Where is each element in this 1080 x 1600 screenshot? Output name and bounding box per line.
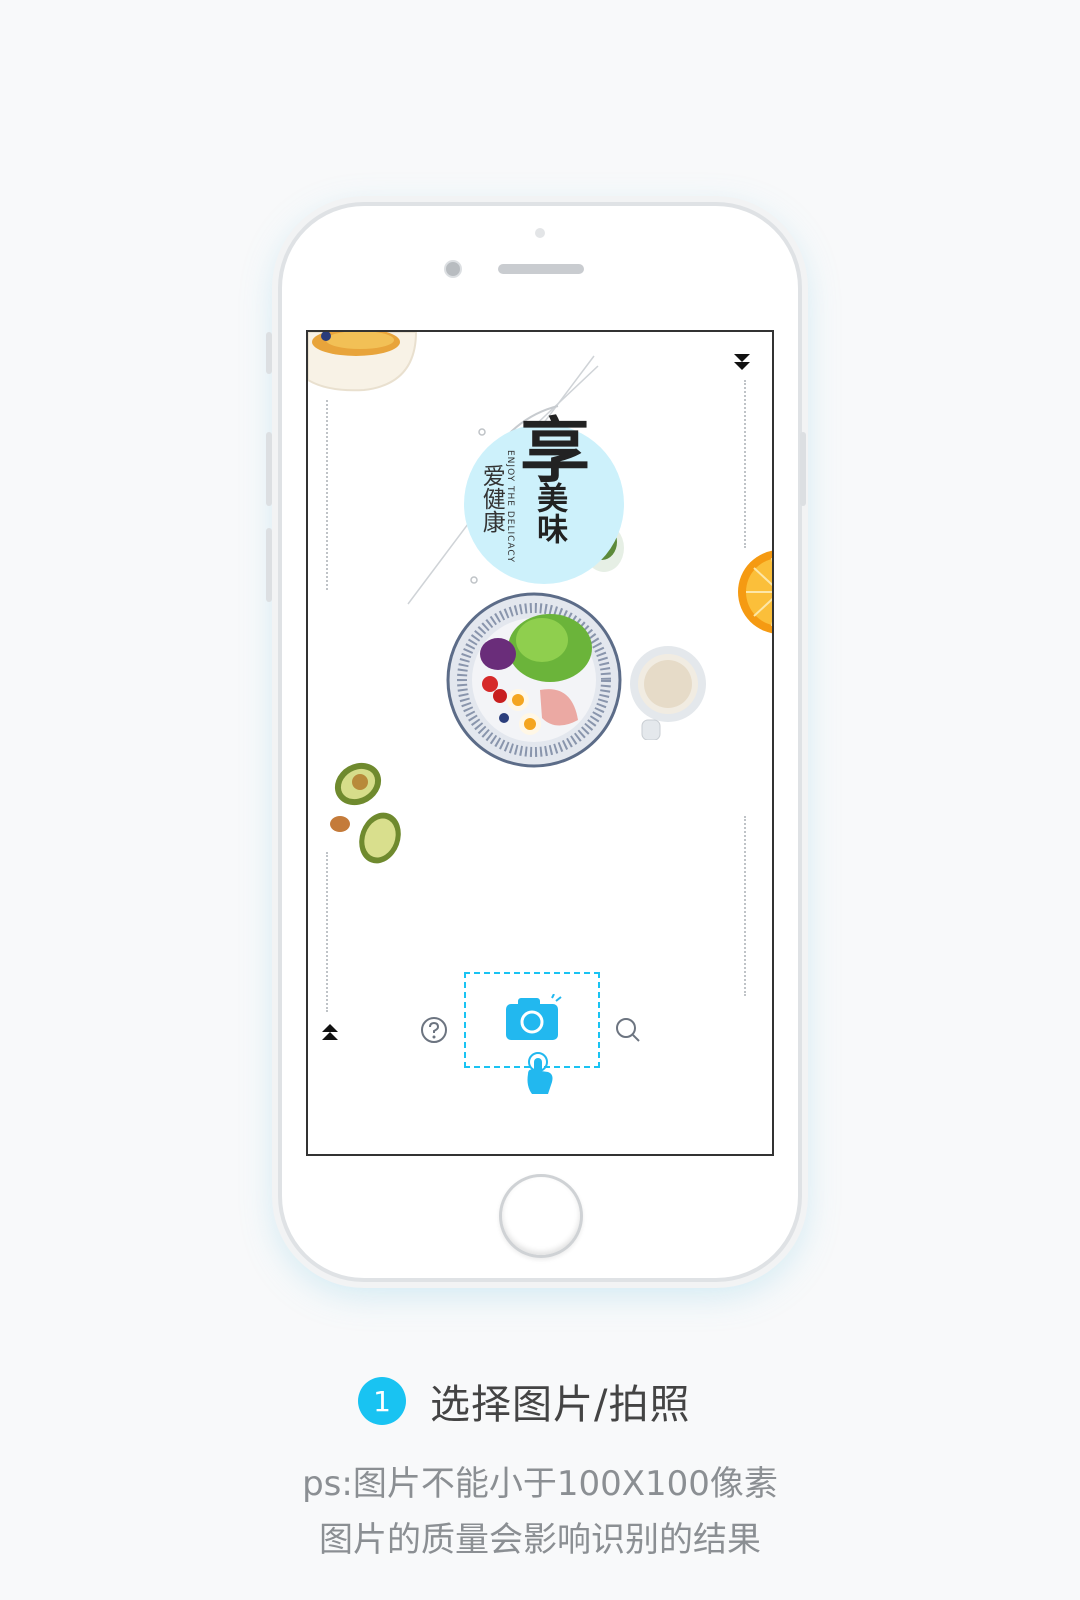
step-number-badge: 1 (358, 1377, 406, 1425)
search-icon[interactable] (614, 1016, 642, 1044)
note-line-1: ps:图片不能小于100X100像素 (302, 1464, 778, 1504)
guide-line-left-top (326, 400, 328, 590)
step-caption: 1 选择图片/拍照 (358, 1372, 690, 1430)
note-line-2: 图片的质量会影响识别的结果 (319, 1520, 761, 1560)
double-arrow-up-icon[interactable] (320, 1022, 340, 1042)
screen-title-sub2: 爱健康 (478, 464, 505, 533)
guide-line-left-bottom (326, 852, 328, 1012)
double-arrow-down-icon[interactable] (732, 352, 752, 372)
phone-volume-up (266, 432, 272, 506)
guide-line-right-bottom (744, 816, 746, 996)
step-label: 选择图片/拍照 (430, 1382, 691, 1428)
phone-sensor (535, 228, 545, 238)
screen-title-main: 享 (520, 409, 590, 492)
phone-volume-down (266, 528, 272, 602)
phone-front-camera (444, 260, 462, 278)
question-circle-icon[interactable] (420, 1016, 448, 1044)
app-screen: 享 美味 爱健康 ENJOY THE DELICACY (306, 330, 774, 1156)
phone-home-button[interactable] (499, 1174, 583, 1258)
camera-icon[interactable] (504, 994, 564, 1042)
guide-line-right-top (744, 380, 746, 548)
phone-speaker (498, 264, 584, 274)
screen-title-sub1: 美味 (531, 482, 568, 544)
screen-title-en: ENJOY THE DELICACY (505, 450, 515, 564)
phone-power-button (800, 432, 806, 506)
phone-mute-switch (266, 332, 272, 374)
tap-hand-icon (527, 1052, 553, 1094)
